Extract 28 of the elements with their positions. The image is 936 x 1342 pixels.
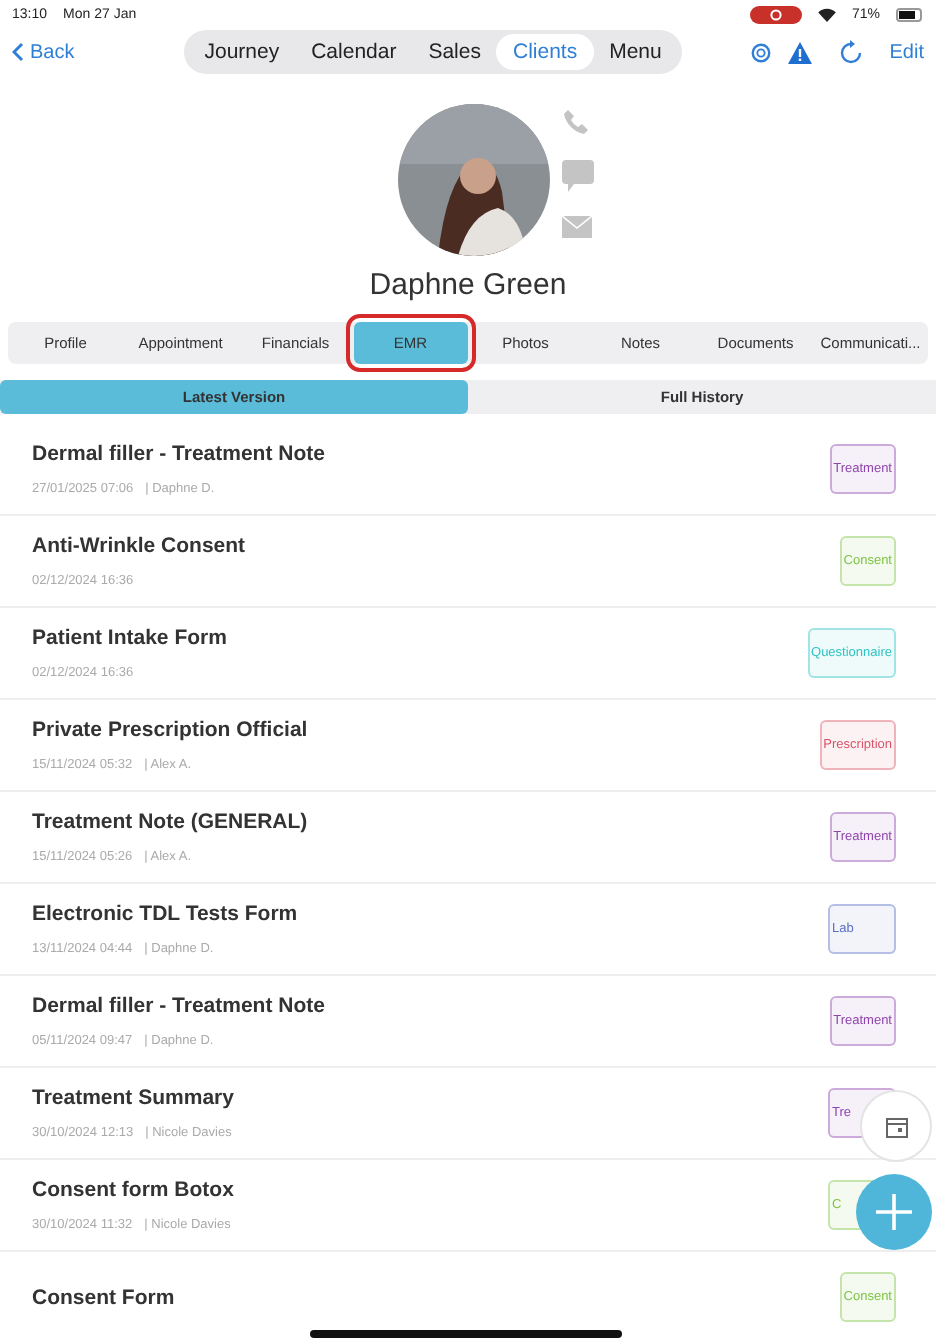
section-tab[interactable]: Journey bbox=[188, 34, 296, 70]
section-tab[interactable]: Calendar bbox=[295, 34, 413, 70]
add-button[interactable] bbox=[856, 1174, 932, 1250]
record-title: Consent form Botox bbox=[32, 1178, 236, 1202]
back-button[interactable]: Back bbox=[12, 41, 75, 63]
edit-button[interactable]: Edit bbox=[889, 41, 924, 63]
record-title: Treatment Note (GENERAL) bbox=[32, 810, 310, 834]
record-title: Patient Intake Form bbox=[32, 626, 229, 650]
record-title: Private Prescription Official bbox=[32, 718, 310, 742]
calendar-button[interactable] bbox=[860, 1090, 932, 1162]
battery-icon bbox=[896, 7, 924, 21]
record-title: Treatment Summary bbox=[32, 1086, 236, 1110]
refresh-icon[interactable] bbox=[839, 40, 862, 64]
record-title: Electronic TDL Tests Form bbox=[32, 902, 300, 926]
plus-icon bbox=[874, 1192, 914, 1232]
chevron-left-icon bbox=[12, 42, 24, 62]
record-title: Anti-Wrinkle Consent bbox=[32, 534, 248, 558]
client-name: Daphne Green bbox=[369, 268, 567, 302]
wifi-icon bbox=[817, 7, 836, 21]
record-title: Consent Form bbox=[32, 1285, 177, 1309]
record-title: Dermal filler - Treatment Note bbox=[32, 994, 327, 1018]
section-tab[interactable]: Menu bbox=[593, 34, 678, 70]
section-tab[interactable]: Clients bbox=[496, 34, 594, 70]
calendar-icon bbox=[885, 1115, 907, 1137]
record-title: Dermal filler - Treatment Note bbox=[32, 442, 327, 466]
section-tab[interactable]: Sales bbox=[412, 34, 497, 70]
recording-icon bbox=[749, 5, 802, 23]
warning-icon[interactable] bbox=[787, 41, 812, 63]
